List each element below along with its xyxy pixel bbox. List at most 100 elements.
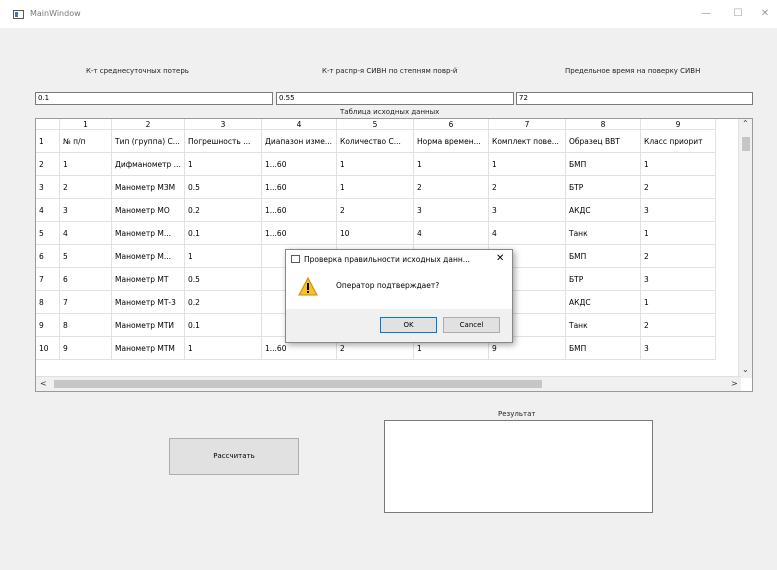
table-cell[interactable]: Норма времен... <box>414 130 489 153</box>
table-cell[interactable]: 7 <box>60 291 112 314</box>
dist-coef-input[interactable]: 0.55 <box>276 92 514 105</box>
row-header[interactable]: 3 <box>36 176 60 199</box>
table-cell[interactable]: 8 <box>60 314 112 337</box>
table-cell[interactable]: 4 <box>414 222 489 245</box>
table-cell[interactable]: 2 <box>641 176 716 199</box>
row-header[interactable]: 8 <box>36 291 60 314</box>
table-cell[interactable]: 1...60 <box>262 199 337 222</box>
table-cell[interactable]: АКДС <box>566 199 641 222</box>
ok-button[interactable]: OK <box>380 317 437 333</box>
column-header[interactable]: 5 <box>337 119 414 130</box>
row-header[interactable]: 7 <box>36 268 60 291</box>
column-header[interactable]: 1 <box>60 119 112 130</box>
table-cell[interactable]: Манометр МО <box>112 199 185 222</box>
row-header[interactable]: 10 <box>36 337 60 360</box>
table-cell[interactable]: 1...60 <box>262 153 337 176</box>
table-cell[interactable]: 3 <box>641 199 716 222</box>
table-cell[interactable]: 9 <box>60 337 112 360</box>
table-cell[interactable]: 0.5 <box>185 176 262 199</box>
table-cell[interactable]: Количество С... <box>337 130 414 153</box>
table-cell[interactable]: 3 <box>414 199 489 222</box>
table-cell[interactable]: 1 <box>641 222 716 245</box>
table-cell[interactable]: 2 <box>414 176 489 199</box>
table-cell[interactable]: Класс приорит <box>641 130 716 153</box>
table-cell[interactable]: БТР <box>566 268 641 291</box>
table-cell[interactable]: Манометр МТМ <box>112 337 185 360</box>
table-cell[interactable]: Манометр МТИ <box>112 314 185 337</box>
table-cell[interactable]: Манометр МТ-3 <box>112 291 185 314</box>
table-cell[interactable]: 1 <box>185 153 262 176</box>
table-cell[interactable]: 1 <box>337 153 414 176</box>
table-cell[interactable]: 1 <box>60 153 112 176</box>
horizontal-scroll-thumb[interactable] <box>54 380 542 388</box>
table-cell[interactable]: 2 <box>60 176 112 199</box>
row-header[interactable]: 5 <box>36 222 60 245</box>
scroll-left-icon[interactable]: < <box>40 377 47 391</box>
maximize-button[interactable]: ☐ <box>724 6 752 22</box>
table-cell[interactable]: Погрешность ... <box>185 130 262 153</box>
row-header[interactable]: 4 <box>36 199 60 222</box>
table-cell[interactable]: 2 <box>489 176 566 199</box>
table-cell[interactable]: 10 <box>337 222 414 245</box>
table-cell[interactable]: 3 <box>60 199 112 222</box>
close-button[interactable]: ✕ <box>751 6 777 22</box>
column-header[interactable]: 4 <box>262 119 337 130</box>
table-cell[interactable]: 1 <box>185 245 262 268</box>
table-cell[interactable]: 1...60 <box>262 222 337 245</box>
table-cell[interactable]: 3 <box>641 337 716 360</box>
title-bar[interactable]: MainWindow — ☐ ✕ <box>0 0 777 28</box>
dialog-close-icon[interactable]: ✕ <box>496 253 504 264</box>
table-cell[interactable]: БМП <box>566 245 641 268</box>
horizontal-scrollbar[interactable]: < > <box>36 376 741 391</box>
vertical-scrollbar[interactable]: ⌃ ⌄ <box>738 119 752 378</box>
scroll-right-icon[interactable]: > <box>731 377 738 391</box>
table-cell[interactable]: 1 <box>641 291 716 314</box>
table-cell[interactable]: Комплект пове... <box>489 130 566 153</box>
table-cell[interactable]: Диапазон изме... <box>262 130 337 153</box>
table-cell[interactable]: 4 <box>60 222 112 245</box>
table-cell[interactable]: 2 <box>641 245 716 268</box>
time-limit-input[interactable]: 72 <box>516 92 753 105</box>
table-cell[interactable]: 0.5 <box>185 268 262 291</box>
scroll-up-icon[interactable]: ⌃ <box>742 119 749 131</box>
dialog-title-bar[interactable]: Проверка правильности исходных данн... ✕ <box>286 250 512 269</box>
table-cell[interactable]: 4 <box>489 222 566 245</box>
row-header[interactable]: 6 <box>36 245 60 268</box>
table-cell[interactable]: Манометр М... <box>112 245 185 268</box>
table-cell[interactable]: 6 <box>60 268 112 291</box>
table-cell[interactable]: Манометр М... <box>112 222 185 245</box>
loss-coef-input[interactable]: 0.1 <box>35 92 273 105</box>
row-header[interactable]: 1 <box>36 130 60 153</box>
table-cell[interactable]: БМП <box>566 337 641 360</box>
table-cell[interactable]: 1 <box>641 153 716 176</box>
scroll-down-icon[interactable]: ⌄ <box>742 363 749 377</box>
table-cell[interactable]: Манометр МТ <box>112 268 185 291</box>
table-cell[interactable]: БМП <box>566 153 641 176</box>
vertical-scroll-thumb[interactable] <box>742 137 750 151</box>
table-cell[interactable]: Танк <box>566 314 641 337</box>
table-cell[interactable]: АКДС <box>566 291 641 314</box>
row-header[interactable]: 2 <box>36 153 60 176</box>
column-header[interactable]: 6 <box>414 119 489 130</box>
calculate-button[interactable]: Рассчитать <box>169 438 299 475</box>
table-cell[interactable]: 5 <box>60 245 112 268</box>
table-cell[interactable]: 1 <box>489 153 566 176</box>
cancel-button[interactable]: Cancel <box>443 317 500 333</box>
column-header[interactable]: 3 <box>185 119 262 130</box>
column-header[interactable]: 7 <box>489 119 566 130</box>
table-cell[interactable]: Образец ВВТ <box>566 130 641 153</box>
table-cell[interactable]: 2 <box>641 314 716 337</box>
table-cell[interactable]: 2 <box>337 199 414 222</box>
table-cell[interactable]: 0.2 <box>185 291 262 314</box>
table-cell[interactable]: 1 <box>337 176 414 199</box>
table-cell[interactable]: Танк <box>566 222 641 245</box>
table-cell[interactable]: 0.2 <box>185 199 262 222</box>
table-cell[interactable]: Дифманометр ... <box>112 153 185 176</box>
minimize-button[interactable]: — <box>692 6 720 22</box>
row-header[interactable]: 9 <box>36 314 60 337</box>
table-cell[interactable]: 3 <box>489 199 566 222</box>
column-header[interactable]: 2 <box>112 119 185 130</box>
table-cell[interactable]: 1 <box>414 153 489 176</box>
table-cell[interactable]: № п/п <box>60 130 112 153</box>
column-header[interactable]: 9 <box>641 119 716 130</box>
